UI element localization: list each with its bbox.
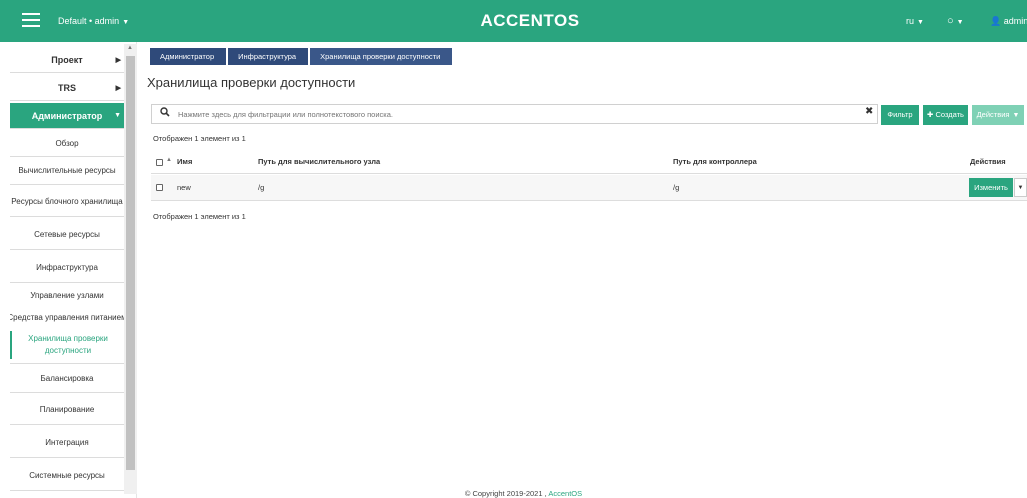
footer-link[interactable]: AccentOS (548, 489, 582, 498)
sidebar-item-system-resources[interactable]: Системные ресурсы (10, 461, 124, 491)
sidebar-item-label: Балансировка (40, 373, 94, 383)
scroll-up-icon[interactable]: ▲ (127, 45, 133, 51)
sidebar-item-label: Планирование (39, 405, 95, 414)
search-icon (160, 107, 170, 120)
chevron-down-icon: ▼ (122, 19, 130, 26)
close-icon[interactable]: ✖ (865, 106, 873, 117)
sidebar-item-compute[interactable]: Вычислительные ресурсы (10, 157, 124, 185)
breadcrumb: Администратор Инфраструктура Хранилища п… (150, 48, 454, 65)
sidebar-item-label: Проект (51, 54, 83, 65)
sidebar-item-power-management[interactable]: Средства управления питанием (10, 308, 124, 326)
sidebar-item-label: Ресурсы блочного хранилища (11, 197, 123, 206)
circle-icon: ○ (947, 15, 954, 27)
page-title: Хранилища проверки доступности (147, 75, 356, 90)
chevron-down-icon: ▼ (114, 112, 121, 119)
filter-button[interactable]: Фильтр (881, 105, 919, 125)
menu-icon[interactable] (22, 13, 40, 27)
sidebar-item-label: Вычислительные ресурсы (18, 166, 116, 175)
theme-selector[interactable]: ○ ▼ (947, 0, 964, 42)
column-header-compute-path: Путь для вычислительного узла (258, 157, 381, 166)
user-label: admin (1003, 16, 1027, 26)
sidebar-item-availability-storage[interactable]: Хранилища проверки доступности (10, 331, 124, 359)
search-input[interactable] (178, 106, 858, 122)
sidebar-item-label: Инфраструктура (36, 263, 98, 272)
actions-label: Действия (976, 110, 1010, 119)
breadcrumb-item-infrastructure[interactable]: Инфраструктура (228, 48, 309, 65)
user-icon: 👤 (990, 16, 1002, 26)
breadcrumb-item-current: Хранилища проверки доступности (310, 48, 453, 65)
sidebar-item-integration[interactable]: Интеграция (10, 428, 124, 458)
sidebar-item-admin[interactable]: Администратор ▼ (10, 103, 124, 129)
column-header-name[interactable]: Имя (177, 157, 192, 166)
sidebar-item-infrastructure[interactable]: Инфраструктура (10, 253, 124, 283)
sidebar-item-label: Интеграция (45, 438, 89, 447)
sort-icon[interactable]: ▲ (166, 157, 172, 163)
sidebar-item-label: Администратор (31, 110, 103, 121)
sidebar-item-label: Системные ресурсы (29, 471, 105, 480)
sidebar-item-trs[interactable]: TRS ▶ (10, 75, 124, 101)
project-selector[interactable]: Default • admin ▼ (58, 0, 129, 42)
row-name: new (177, 183, 191, 192)
chevron-down-icon: ▼ (1012, 112, 1020, 119)
row-checkbox[interactable] (156, 184, 163, 191)
table-row (151, 175, 1027, 201)
chevron-right-icon: ▶ (115, 56, 121, 64)
column-header-actions: Действия (970, 157, 1006, 166)
row-compute-path: /g (258, 183, 265, 192)
sidebar-item-node-management[interactable]: Управление узлами (10, 286, 124, 304)
sidebar-item-block-storage[interactable]: Ресурсы блочного хранилища (10, 187, 124, 217)
sidebar-item-label: Управление узлами (30, 290, 104, 300)
chevron-right-icon: ▶ (115, 84, 121, 92)
row-controller-path: /g (673, 183, 680, 192)
sidebar-item-label: TRS (58, 82, 76, 93)
select-all-checkbox[interactable] (156, 159, 163, 166)
sidebar-item-label: Средства управления питанием (10, 312, 124, 322)
create-label: Создать (935, 110, 964, 119)
plus-icon: ✚ (927, 110, 934, 119)
sidebar-item-overview[interactable]: Обзор (10, 131, 124, 157)
user-menu[interactable]: 👤 admin▼ (990, 0, 1027, 42)
project-label: Default • admin (58, 16, 120, 26)
sidebar-item-label: Сетевые ресурсы (34, 230, 100, 239)
sidebar-item-network[interactable]: Сетевые ресурсы (10, 220, 124, 250)
sidebar-scrollbar-thumb[interactable] (126, 56, 135, 470)
chevron-down-icon: ▼ (917, 19, 924, 26)
column-header-controller-path: Путь для контроллера (673, 157, 757, 166)
sidebar-item-project[interactable]: Проект ▶ (10, 47, 124, 73)
copyright-text: © Copyright 2019-2021 , (464, 489, 547, 498)
sidebar-item-label: Хранилища проверки доступности (28, 334, 108, 355)
sidebar-item-balancing[interactable]: Балансировка (10, 363, 124, 393)
sidebar-item-scheduling[interactable]: Планирование (10, 395, 124, 425)
language-selector[interactable]: ru ▼ (906, 0, 924, 42)
footer: © Copyright 2019-2021 , AccentOS (0, 489, 1027, 498)
actions-button[interactable]: Действия ▼ (972, 105, 1024, 125)
item-count: Отображен 1 элемент из 1 (153, 134, 246, 143)
language-label: ru (906, 16, 915, 26)
chevron-down-icon[interactable]: ▼ (1014, 178, 1027, 197)
create-button[interactable]: ✚ Создать (923, 105, 968, 125)
top-navbar: Default • admin ▼ ACCENTOS ru ▼ ○ ▼ 👤 admin… (0, 0, 1027, 42)
sidebar-item-label: Обзор (55, 139, 79, 148)
item-count-bottom: Отображен 1 элемент из 1 (153, 212, 246, 221)
breadcrumb-item-admin[interactable]: Администратор (150, 48, 227, 65)
edit-button[interactable]: Изменить (969, 178, 1013, 197)
brand-logo: ACCENTOS (480, 11, 580, 30)
chevron-down-icon: ▼ (956, 19, 964, 26)
